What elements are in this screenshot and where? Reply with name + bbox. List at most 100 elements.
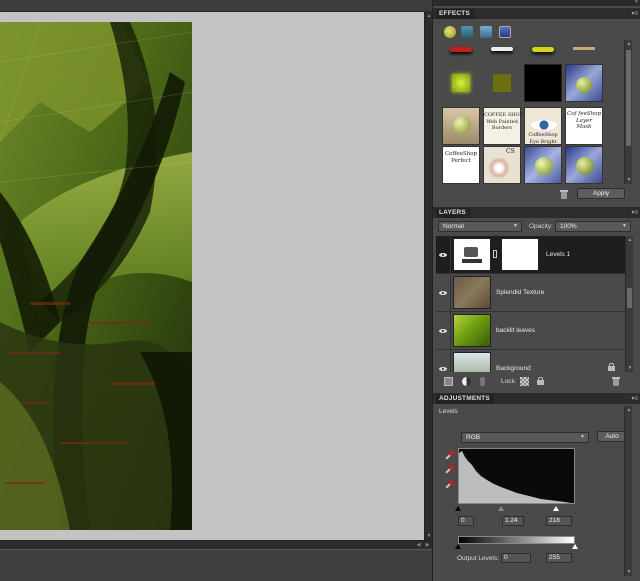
effects-scroll-down-icon[interactable]: ▼ [625, 176, 633, 184]
effect-thumb-web-painted-borders[interactable]: COFFEE SHOP Web Painted Borders [483, 107, 523, 145]
effect-thumb-cs-flowers[interactable]: CS [483, 146, 521, 184]
chevron-down-icon: ▼ [513, 223, 518, 229]
layer-row-background[interactable]: Background [436, 350, 625, 372]
effects-scrollbar[interactable]: ▲ ▼ [624, 40, 632, 184]
effect-thumb-tan-bar[interactable] [565, 45, 603, 57]
effects-tab[interactable]: EFFECTS [436, 9, 475, 19]
input-white-field[interactable]: 218 [546, 516, 572, 526]
panel-menu-icon[interactable]: ▾≡ [631, 10, 638, 17]
effect-thumb-lime-glow[interactable] [442, 64, 480, 102]
delete-layer-trash-icon[interactable] [612, 377, 620, 386]
adjustments-panel-header: ADJUSTMENTS ▾≡ [433, 393, 640, 404]
effect-thumb-white-bar[interactable] [483, 45, 521, 57]
link-layers-icon[interactable] [480, 377, 485, 386]
layers-panel-header: LAYERS ▾≡ [433, 207, 640, 218]
adjustments-panel-menu-icon[interactable]: ▾≡ [631, 395, 638, 402]
layer-styles-icon[interactable] [461, 26, 473, 38]
workspace[interactable] [0, 12, 424, 540]
opacity-field[interactable]: 100% ▼ [555, 221, 631, 232]
layers-scroll-up-icon[interactable]: ▲ [626, 236, 634, 244]
leaves-artwork [0, 22, 192, 530]
lock-transparent-pixels-icon[interactable] [520, 377, 529, 386]
adjustments-scrollbar[interactable]: ▲ ▼ [624, 406, 632, 576]
output-levels-slider[interactable] [455, 544, 578, 550]
effect-thumb-yellow-bar[interactable] [524, 45, 562, 57]
visibility-eye-icon[interactable] [436, 236, 451, 273]
layer-name: Splendid Texture [496, 289, 545, 296]
layer-row-levels-1[interactable]: Levels 1 [436, 236, 625, 274]
mask-link-icon[interactable] [493, 250, 497, 258]
input-black-field[interactable]: 0 [458, 516, 474, 526]
black-point-eyedropper-icon[interactable] [443, 451, 454, 462]
effect-thumb-eye-bright[interactable]: CoffeeShop Eye Bright [524, 107, 562, 145]
photoshop-elements-window: ▲ ▼ ◀ ▶ » EFFECTS ▾≡ COFFEE SHOP Web Pai… [0, 0, 640, 581]
effect-thumb-black[interactable] [524, 64, 562, 102]
effect-thumb-perfect[interactable]: CoffeeShop Perfect [442, 146, 480, 184]
blend-mode-dropdown[interactable]: Normal ▼ [438, 221, 522, 232]
channel-dropdown[interactable]: RGB ▼ [461, 432, 589, 443]
new-layer-icon[interactable] [444, 377, 453, 386]
canvas-horizontal-scrollbar[interactable]: ◀ ▶ [0, 540, 432, 549]
lock-icon [608, 363, 615, 371]
lock-all-icon[interactable] [537, 377, 544, 385]
output-black-field[interactable]: 0 [501, 553, 531, 563]
effect-thumb-red-bar[interactable] [442, 45, 480, 57]
show-all-icon[interactable] [499, 26, 511, 38]
visibility-eye-icon[interactable] [436, 350, 451, 372]
white-output-handle[interactable] [572, 544, 578, 549]
document-image[interactable] [0, 22, 192, 530]
layers-tab[interactable]: LAYERS [436, 208, 470, 218]
histogram-graph [459, 451, 571, 503]
layers-panel-menu-icon[interactable]: ▾≡ [631, 209, 638, 216]
effect-thumb-apple-blue-2[interactable] [524, 146, 562, 184]
panel-bin-top-bar: » [433, 0, 640, 6]
white-input-handle[interactable] [553, 506, 559, 511]
levels-histogram [458, 448, 575, 504]
adjustments-scroll-up-icon[interactable]: ▲ [625, 406, 633, 414]
visibility-eye-icon[interactable] [436, 274, 451, 311]
photo-effects-icon[interactable] [480, 26, 492, 38]
effects-trash-icon[interactable] [560, 190, 568, 199]
output-levels-label: Output Levels: [457, 555, 499, 562]
adjustment-title: Levels [439, 408, 458, 415]
status-bar [0, 549, 432, 581]
new-adjustment-layer-icon[interactable] [462, 377, 471, 386]
layer-row-backlit-leaves[interactable]: backlit leaves [436, 312, 625, 350]
effect-thumb-apple-blue-3[interactable] [565, 146, 603, 184]
gray-point-eyedropper-icon[interactable] [443, 465, 454, 476]
channel-value: RGB [466, 434, 481, 441]
adjustments-scroll-down-icon[interactable]: ▼ [625, 568, 633, 576]
layer-row-splendid-texture[interactable]: Splendid Texture [436, 274, 625, 312]
layers-scroll-down-icon[interactable]: ▼ [626, 364, 634, 372]
adjustments-tab[interactable]: ADJUSTMENTS [436, 394, 494, 404]
auto-button[interactable]: Auto [597, 431, 627, 442]
chevron-down-icon: ▼ [580, 434, 585, 440]
effect-thumb-olive[interactable] [483, 64, 521, 102]
opacity-label: Opacity: [529, 223, 553, 230]
collapse-panels-icon[interactable]: » [635, 0, 638, 5]
output-white-field[interactable]: 255 [546, 553, 572, 563]
effect-thumb-blue-apple[interactable] [565, 64, 603, 102]
layers-footer: Lock: [433, 374, 640, 388]
chevron-down-icon: ▼ [622, 223, 627, 229]
gamma-input-handle[interactable] [498, 506, 504, 511]
canvas-vertical-scrollbar[interactable]: ▲ ▼ [424, 12, 432, 540]
effects-scroll-up-icon[interactable]: ▲ [625, 40, 633, 48]
layer-mask-thumbnail[interactable] [501, 238, 539, 271]
effect-thumb-layer-mask[interactable]: Cof feeShop Layer Mask [565, 107, 603, 145]
effects-scroll-thumb[interactable] [626, 50, 631, 146]
visibility-eye-icon[interactable] [436, 312, 451, 349]
effects-panel-header: EFFECTS ▾≡ [433, 8, 640, 19]
effect-thumb-apple-sepia[interactable] [442, 107, 480, 145]
black-input-handle[interactable] [455, 506, 461, 511]
layers-scroll-thumb[interactable] [627, 288, 632, 308]
output-gradient [458, 536, 575, 544]
adjustment-layer-thumbnail [453, 238, 491, 271]
black-output-handle[interactable] [455, 544, 461, 549]
filters-icon[interactable] [444, 26, 456, 38]
white-point-eyedropper-icon[interactable] [443, 480, 454, 491]
input-levels-slider[interactable] [455, 506, 575, 514]
apply-button[interactable]: Apply [577, 188, 625, 199]
layers-scrollbar[interactable]: ▲ ▼ [625, 236, 633, 372]
input-gamma-field[interactable]: 1.24 [502, 516, 524, 526]
